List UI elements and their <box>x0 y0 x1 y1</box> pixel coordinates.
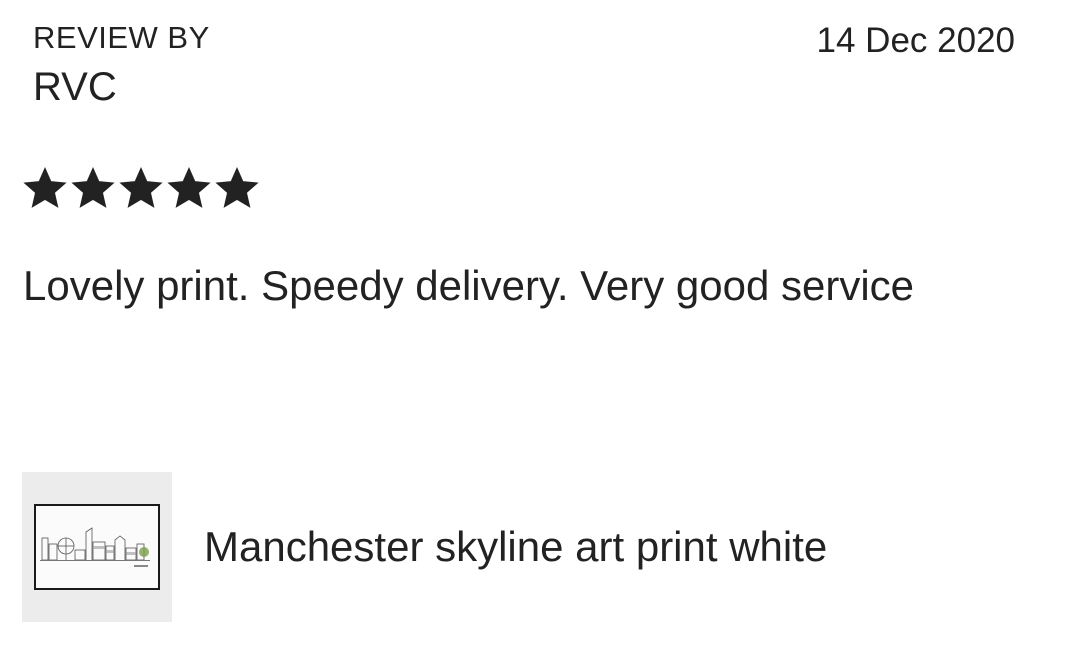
framed-skyline-print-icon <box>34 504 160 590</box>
star-icon <box>167 167 211 208</box>
star-rating <box>22 165 260 211</box>
star-icon <box>215 167 259 208</box>
product-link[interactable]: Manchester skyline art print white <box>22 472 827 622</box>
product-thumbnail[interactable] <box>22 472 172 622</box>
review-date: 14 Dec 2020 <box>816 21 1015 60</box>
review-by-label: REVIEW BY <box>33 20 210 55</box>
star-icon <box>23 167 67 208</box>
star-icon <box>71 167 115 208</box>
star-icon <box>119 167 163 208</box>
review-text: Lovely print. Speedy delivery. Very good… <box>23 262 915 309</box>
reviewer-name[interactable]: RVC <box>33 67 117 107</box>
product-title: Manchester skyline art print white <box>204 523 828 570</box>
